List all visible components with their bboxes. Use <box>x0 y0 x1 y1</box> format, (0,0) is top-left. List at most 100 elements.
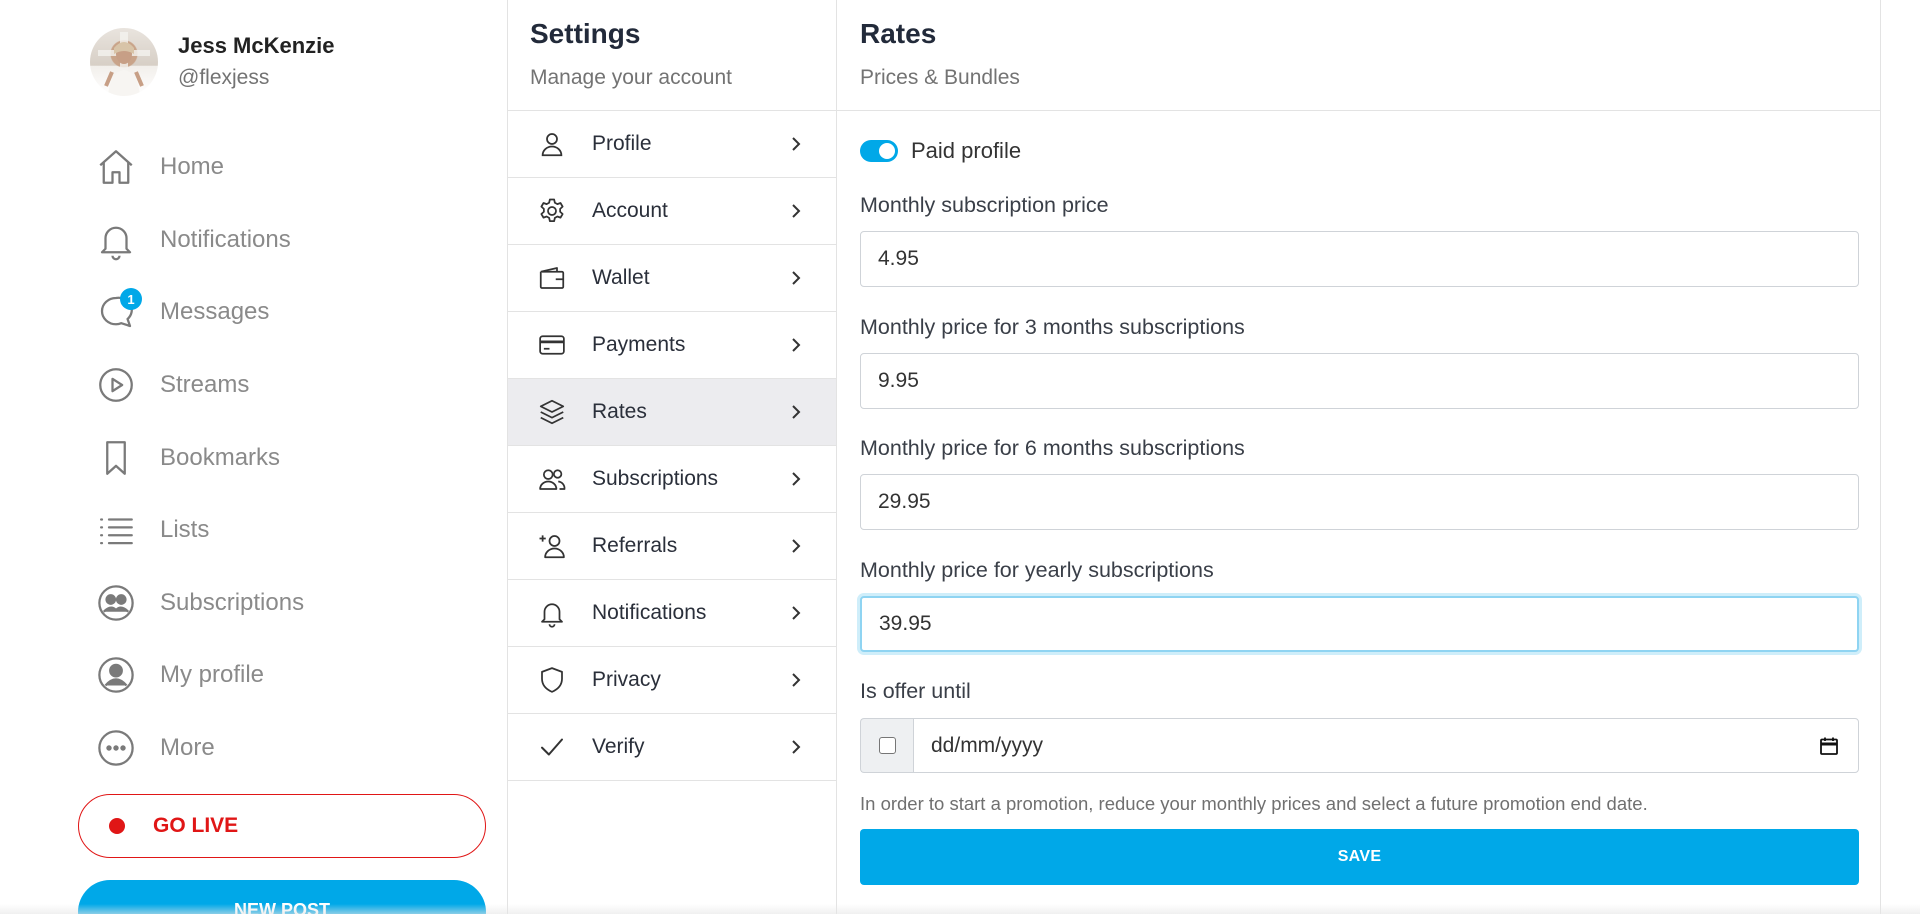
nav-item-notifications[interactable]: Notifications <box>94 204 304 277</box>
main-nav: Home Notifications 1 Messages Streams Bo… <box>94 131 304 784</box>
save-button[interactable]: SAVE <box>860 829 1859 885</box>
left-sidebar: Jess McKenzie @flexjess Home Notificatio… <box>0 0 508 914</box>
settings-menu: Settings Manage your account Profile Acc… <box>508 0 837 914</box>
settings-item-subscriptions[interactable]: Subscriptions <box>508 446 836 513</box>
user-plus-icon <box>536 530 568 562</box>
new-post-button[interactable]: NEW POST <box>78 880 486 914</box>
yearly-price-label: Monthly price for yearly subscriptions <box>860 558 1214 582</box>
nav-item-messages[interactable]: 1 Messages <box>94 276 304 349</box>
monthly-price-label: Monthly subscription price <box>860 193 1109 217</box>
nav-label: Subscriptions <box>160 588 305 616</box>
settings-item-label: Notifications <box>592 601 707 624</box>
bell-icon <box>536 597 568 629</box>
settings-item-label: Rates <box>592 400 647 423</box>
user-card[interactable]: Jess McKenzie @flexjess <box>90 28 335 96</box>
nav-item-bookmarks[interactable]: Bookmarks <box>94 421 304 494</box>
nav-item-streams[interactable]: Streams <box>94 349 304 422</box>
nav-label: Lists <box>160 516 210 544</box>
offer-checkbox[interactable] <box>878 737 896 754</box>
nav-label: More <box>160 734 215 762</box>
settings-item-verify[interactable]: Verify <box>508 714 836 781</box>
nav-item-home[interactable]: Home <box>94 131 304 204</box>
messages-badge: 1 <box>120 288 142 311</box>
yearly-price-input[interactable] <box>860 596 1859 652</box>
credit-card-icon <box>536 329 568 361</box>
paid-profile-label: Paid profile <box>911 138 1022 163</box>
offer-checkbox-wrapper <box>860 718 913 773</box>
go-live-button[interactable]: GO LIVE <box>78 794 486 858</box>
paid-profile-row: Paid profile <box>860 138 1021 164</box>
nav-item-my-profile[interactable]: My profile <box>94 639 304 712</box>
settings-item-payments[interactable]: Payments <box>508 312 836 379</box>
settings-item-rates[interactable]: Rates <box>508 379 836 446</box>
chevron-right-icon <box>792 405 801 419</box>
settings-item-label: Profile <box>592 132 652 155</box>
six-month-price-input[interactable] <box>860 474 1859 530</box>
paid-profile-toggle[interactable] <box>860 140 898 162</box>
settings-item-label: Payments <box>592 333 686 356</box>
go-live-label: GO LIVE <box>153 814 239 837</box>
chevron-right-icon <box>792 673 801 687</box>
home-icon <box>94 145 138 189</box>
promotion-help-text: In order to start a promotion, reduce yo… <box>860 793 1648 814</box>
layers-icon <box>536 396 568 428</box>
rates-header: Rates Prices & Bundles <box>837 0 1880 111</box>
chevron-right-icon <box>792 740 801 754</box>
bookmark-icon <box>94 436 138 480</box>
chevron-right-icon <box>792 338 801 352</box>
settings-item-label: Referrals <box>592 534 678 557</box>
chevron-right-icon <box>792 271 801 285</box>
settings-title: Settings <box>530 18 641 49</box>
settings-item-notifications[interactable]: Notifications <box>508 580 836 647</box>
list-icon <box>94 508 138 552</box>
nav-label: My profile <box>160 661 265 689</box>
user-handle: @flexjess <box>178 66 270 89</box>
calendar-icon[interactable] <box>1818 735 1840 757</box>
settings-item-label: Verify <box>592 735 645 758</box>
settings-item-wallet[interactable]: Wallet <box>508 245 836 312</box>
settings-item-label: Subscriptions <box>592 467 719 490</box>
nav-label: Bookmarks <box>160 443 281 471</box>
users-icon <box>536 463 568 495</box>
shield-icon <box>536 664 568 696</box>
avatar[interactable] <box>90 28 158 96</box>
user-icon <box>536 128 568 160</box>
subscriptions-icon <box>94 581 138 625</box>
offer-date-input[interactable]: dd/mm/yyyy <box>913 718 1859 773</box>
settings-subtitle: Manage your account <box>530 66 732 89</box>
more-circle-icon <box>94 726 138 770</box>
nav-label: Home <box>160 153 225 181</box>
user-circle-icon <box>94 653 138 697</box>
gear-icon <box>536 195 568 227</box>
chevron-right-icon <box>792 472 801 486</box>
settings-item-label: Privacy <box>592 668 661 691</box>
monthly-price-input[interactable] <box>860 231 1859 287</box>
app-root: Jess McKenzie @flexjess Home Notificatio… <box>0 0 1920 914</box>
check-icon <box>536 731 568 763</box>
settings-item-privacy[interactable]: Privacy <box>508 647 836 714</box>
nav-label: Messages <box>160 298 270 326</box>
settings-item-account[interactable]: Account <box>508 178 836 245</box>
three-month-price-input[interactable] <box>860 353 1859 409</box>
nav-item-subscriptions[interactable]: Subscriptions <box>94 567 304 640</box>
settings-item-label: Account <box>592 199 668 222</box>
live-dot-icon <box>109 818 125 834</box>
play-circle-icon <box>94 363 138 407</box>
nav-item-more[interactable]: More <box>94 712 304 785</box>
user-name[interactable]: Jess McKenzie <box>178 31 335 61</box>
settings-item-referrals[interactable]: Referrals <box>508 513 836 580</box>
settings-item-label: Wallet <box>592 266 650 289</box>
settings-header: Settings Manage your account <box>508 0 836 111</box>
nav-label: Notifications <box>160 225 291 253</box>
six-month-price-label: Monthly price for 6 months subscriptions <box>860 436 1245 460</box>
three-month-price-label: Monthly price for 3 months subscriptions <box>860 315 1245 339</box>
nav-label: Streams <box>160 371 250 399</box>
settings-item-profile[interactable]: Profile <box>508 111 836 178</box>
bell-icon <box>94 218 138 262</box>
offer-until-group: dd/mm/yyyy <box>860 718 1859 773</box>
nav-item-lists[interactable]: Lists <box>94 494 304 567</box>
page-subtitle: Prices & Bundles <box>860 66 1020 89</box>
chevron-right-icon <box>792 539 801 553</box>
chevron-right-icon <box>792 204 801 218</box>
chat-icon: 1 <box>94 288 142 334</box>
